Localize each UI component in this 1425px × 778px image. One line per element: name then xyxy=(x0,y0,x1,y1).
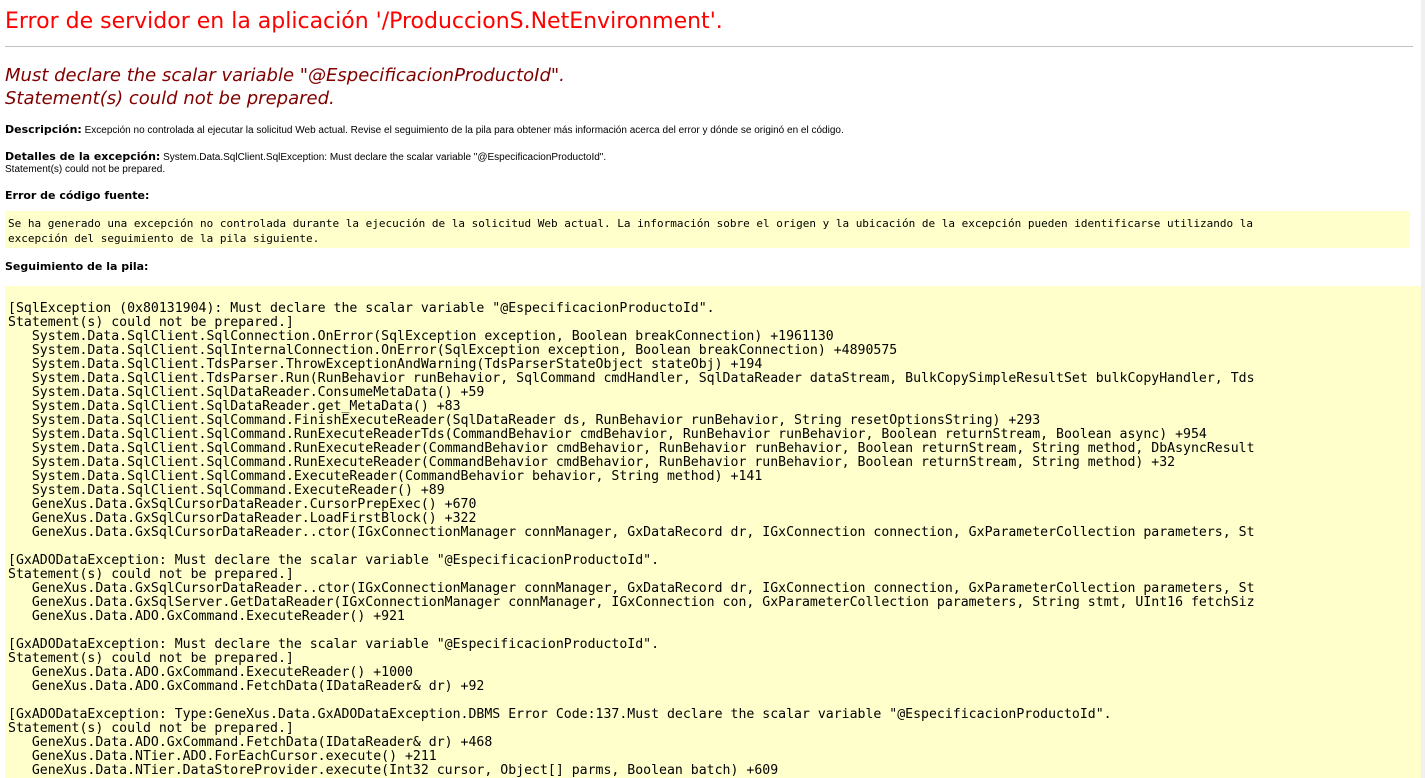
stack-trace-line xyxy=(8,540,1425,554)
stack-trace-line: [GxADODataException: Must declare the sc… xyxy=(8,637,660,652)
stack-trace-line: Statement(s) could not be prepared.] xyxy=(8,567,294,582)
page-scrollbar[interactable] xyxy=(1421,0,1425,778)
stack-trace-line: System.Data.SqlClient.SqlCommand.Execute… xyxy=(8,483,445,498)
stack-trace-label: Seguimiento de la pila: xyxy=(5,260,149,273)
stack-trace-line: GeneXus.Data.ADO.GxCommand.FetchData(IDa… xyxy=(8,735,493,750)
description-text: Excepción no controlada al ejecutar la s… xyxy=(81,125,844,136)
stack-trace-line: System.Data.SqlClient.SqlCommand.Execute… xyxy=(8,469,763,484)
exception-details-line: Statement(s) could not be prepared. xyxy=(5,164,166,175)
exception-details-text: System.Data.SqlClient.SqlException: Must… xyxy=(160,152,607,163)
source-error-heading: Error de código fuente: xyxy=(5,190,1413,203)
stack-trace-line: Statement(s) could not be prepared.] xyxy=(8,721,294,736)
stack-trace-line: [GxADODataException: Type:GeneXus.Data.G… xyxy=(8,707,1112,722)
source-error-box: Se ha generado una excepción no controla… xyxy=(5,211,1410,248)
description-label: Descripción: xyxy=(5,123,82,136)
stack-trace-line: System.Data.SqlClient.SqlConnection.OnEr… xyxy=(8,329,834,344)
stack-trace-line: GeneXus.Data.GxSqlCursorDataReader..ctor… xyxy=(8,581,1255,596)
title-divider xyxy=(5,46,1413,47)
stack-trace-line: GeneXus.Data.NTier.DataStoreProvider.exe… xyxy=(8,763,779,778)
stack-trace-line: GeneXus.Data.NTier.ADO.ForEachCursor.exe… xyxy=(8,749,437,764)
stack-trace-line: [GxADODataException: Must declare the sc… xyxy=(8,553,660,568)
stack-trace-line: Statement(s) could not be prepared.] xyxy=(8,315,294,330)
stack-trace-line: System.Data.SqlClient.TdsParser.ThrowExc… xyxy=(8,357,763,372)
error-message: Must declare the scalar variable "@Espec… xyxy=(5,64,1413,110)
stack-trace-line: System.Data.SqlClient.SqlCommand.RunExec… xyxy=(8,441,1255,456)
stack-trace-line: System.Data.SqlClient.SqlCommand.RunExec… xyxy=(8,455,1176,470)
description: Descripción: Excepción no controlada al … xyxy=(5,124,1413,137)
stack-trace-heading: Seguimiento de la pila: xyxy=(5,261,1413,274)
exception-details-line: Detalles de la excepción: System.Data.Sq… xyxy=(5,151,1413,164)
exception-details-label: Detalles de la excepción: xyxy=(5,150,161,163)
stack-trace-line: System.Data.SqlClient.SqlCommand.RunExec… xyxy=(8,427,1207,442)
page-title: Error de servidor en la aplicación '/Pro… xyxy=(5,9,723,34)
stack-trace-line: GeneXus.Data.ADO.GxCommand.ExecuteReader… xyxy=(8,609,405,624)
stack-trace-line: [SqlException (0x80131904): Must declare… xyxy=(8,301,715,316)
stack-trace-line: GeneXus.Data.GxSqlCursorDataReader.LoadF… xyxy=(8,511,477,526)
stack-trace-line: GeneXus.Data.GxSqlCursorDataReader.Curso… xyxy=(8,497,477,512)
stack-trace-line xyxy=(8,624,1425,638)
stack-trace-line: GeneXus.Data.GxSqlCursorDataReader..ctor… xyxy=(8,525,1255,540)
error-message-line: Must declare the scalar variable "@Espec… xyxy=(5,65,565,86)
stack-trace-line: System.Data.SqlClient.TdsParser.Run(RunB… xyxy=(8,371,1255,386)
stack-trace-text: [SqlException (0x80131904): Must declare… xyxy=(5,286,1425,778)
stack-trace-line xyxy=(8,694,1425,708)
error-page: Error de servidor en la aplicación '/Pro… xyxy=(5,0,1413,274)
stack-trace-line: System.Data.SqlClient.SqlDataReader.get_… xyxy=(8,399,461,414)
source-error-label: Error de código fuente: xyxy=(5,189,150,202)
stack-trace-line: GeneXus.Data.GxSqlServer.GetDataReader(I… xyxy=(8,595,1255,610)
exception-details: Detalles de la excepción: System.Data.Sq… xyxy=(5,151,1413,176)
error-message-line: Statement(s) could not be prepared. xyxy=(5,88,335,109)
stack-trace-box[interactable]: [SqlException (0x80131904): Must declare… xyxy=(5,286,1425,778)
stack-trace-line: GeneXus.Data.ADO.GxCommand.ExecuteReader… xyxy=(8,665,413,680)
stack-trace-line: System.Data.SqlClient.SqlInternalConnect… xyxy=(8,343,898,358)
stack-trace-line: GeneXus.Data.ADO.GxCommand.FetchData(IDa… xyxy=(8,679,485,694)
stack-trace-line: Statement(s) could not be prepared.] xyxy=(8,651,294,666)
stack-trace-line: System.Data.SqlClient.SqlDataReader.Cons… xyxy=(8,385,485,400)
stack-trace-line: System.Data.SqlClient.SqlCommand.FinishE… xyxy=(8,413,1041,428)
